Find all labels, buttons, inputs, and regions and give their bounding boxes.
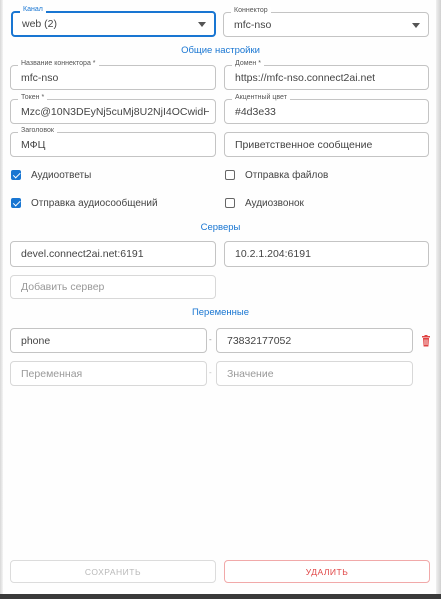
variable-value-value: 73832177052 — [227, 334, 292, 347]
send-audio-messages-checkbox[interactable] — [11, 198, 21, 208]
domain-field[interactable]: Домен * https://mfc-nso.connect2ai.net — [224, 60, 429, 90]
add-server-field[interactable]: Добавить сервер — [10, 275, 216, 299]
connector-name-value: mfc-nso — [21, 71, 59, 84]
window-left-edge — [0, 0, 3, 599]
server-field[interactable]: 10.2.1.204:6191 — [224, 241, 429, 267]
general-settings-title: Общие настройки — [181, 45, 260, 56]
heading-value: МФЦ — [21, 138, 46, 151]
welcome-message-field[interactable]: Приветственное сообщение — [224, 132, 429, 157]
add-server-placeholder: Добавить сервер — [21, 281, 105, 293]
delete-button[interactable]: УДАЛИТЬ — [224, 560, 430, 583]
audio-call-checkbox[interactable] — [225, 198, 235, 208]
token-value: Mzc@10N3DEyNj5cuMj8U2NjI4OCwidHl — [21, 105, 209, 118]
send-audio-messages-checkbox-row[interactable]: Отправка аудиосообщений — [11, 196, 158, 210]
new-variable-separator: - — [209, 368, 212, 377]
server-field[interactable]: devel.connect2ai.net:6191 — [10, 241, 216, 267]
variable-name-value: phone — [21, 334, 51, 347]
connector-value: mfc-nso — [234, 18, 272, 31]
token-field[interactable]: Токен * Mzc@10N3DEyNj5cuMj8U2NjI4OCwidHl — [10, 94, 216, 124]
variable-value-field[interactable]: 73832177052 — [216, 328, 413, 353]
audio-call-checkbox-row[interactable]: Аудиозвонок — [225, 196, 304, 210]
variables-title: Переменные — [191, 307, 250, 318]
welcome-message-value: Приветственное сообщение — [235, 138, 373, 151]
variable-separator: - — [209, 335, 212, 344]
server-value: 10.2.1.204:6191 — [235, 248, 311, 260]
new-variable-name-placeholder: Переменная — [21, 367, 83, 380]
new-variable-name-field[interactable]: Переменная — [10, 361, 207, 386]
connector-name-field[interactable]: Название коннектора * mfc-nso — [10, 60, 216, 90]
accent-color-field[interactable]: Акцентный цвет #4d3e33 — [224, 94, 429, 124]
chevron-down-icon — [198, 22, 206, 27]
servers-title: Серверы — [200, 222, 241, 233]
save-button[interactable]: СОХРАНИТЬ — [10, 560, 216, 583]
window-bottom-edge — [0, 594, 441, 599]
heading-field[interactable]: Заголовок МФЦ — [10, 127, 216, 157]
window-right-edge — [436, 0, 441, 599]
audio-replies-label: Аудиоответы — [31, 169, 92, 181]
settings-form: Канал web (2) Коннектор mfc-nso Общие на… — [0, 0, 441, 599]
send-audio-messages-label: Отправка аудиосообщений — [31, 197, 158, 209]
accent-color-value: #4d3e33 — [235, 105, 276, 118]
channel-value: web (2) — [22, 18, 58, 30]
audio-replies-checkbox[interactable] — [11, 170, 21, 180]
new-variable-value-placeholder: Значение — [227, 367, 274, 380]
send-files-label: Отправка файлов — [245, 169, 329, 181]
domain-value: https://mfc-nso.connect2ai.net — [235, 71, 376, 84]
connector-select[interactable]: Коннектор mfc-nso — [223, 7, 429, 37]
audio-replies-checkbox-row[interactable]: Аудиоответы — [11, 168, 91, 182]
send-files-checkbox[interactable] — [225, 170, 235, 180]
channel-select[interactable]: Канал web (2) — [11, 6, 216, 37]
audio-call-label: Аудиозвонок — [245, 197, 304, 209]
variable-name-field[interactable]: phone — [10, 328, 207, 353]
server-value: devel.connect2ai.net:6191 — [21, 248, 144, 260]
trash-icon[interactable] — [421, 335, 431, 347]
new-variable-value-field[interactable]: Значение — [216, 361, 413, 386]
chevron-down-icon — [412, 22, 420, 28]
send-files-checkbox-row[interactable]: Отправка файлов — [225, 168, 328, 182]
